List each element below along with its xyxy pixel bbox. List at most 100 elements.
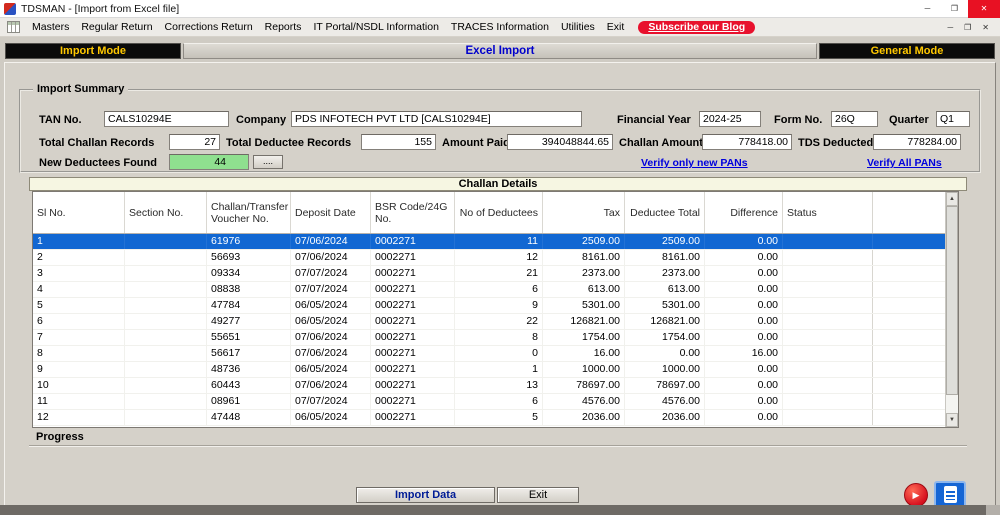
table-cell <box>873 346 945 361</box>
financial-year-field[interactable]: 2024-25 <box>699 111 761 127</box>
mode-tab-row: Import Mode Excel Import General Mode <box>5 43 995 59</box>
table-row[interactable]: 85661707/06/20240002271016.000.0016.00 <box>33 346 945 362</box>
tab-general-mode[interactable]: General Mode <box>819 43 995 59</box>
scroll-down-icon[interactable]: ▼ <box>946 413 958 427</box>
browse-button[interactable]: .... <box>253 155 283 169</box>
table-cell: 11 <box>455 234 543 249</box>
table-cell <box>873 314 945 329</box>
quarter-field[interactable]: Q1 <box>936 111 970 127</box>
menu-masters[interactable]: Masters <box>26 20 75 34</box>
table-cell: 0.00 <box>705 298 783 313</box>
table-cell: 0002271 <box>371 394 455 409</box>
vertical-scrollbar[interactable]: ▲ ▼ <box>945 192 958 427</box>
table-cell: 11 <box>33 394 125 409</box>
table-cell: 613.00 <box>543 282 625 297</box>
menu-utilities[interactable]: Utilities <box>555 20 601 34</box>
table-row[interactable]: 75565107/06/2024000227181754.001754.000.… <box>33 330 945 346</box>
total-deductee-records-field[interactable]: 155 <box>361 134 436 150</box>
table-cell <box>125 410 207 425</box>
column-header[interactable]: Sl No. <box>33 192 125 233</box>
amount-paid-label: Amount Paid <box>442 137 510 149</box>
column-header[interactable]: Deposit Date <box>291 192 371 233</box>
menu-it-portal-nsdl[interactable]: IT Portal/NSDL Information <box>307 20 444 34</box>
column-header[interactable]: No of Deductees <box>455 192 543 233</box>
column-header[interactable]: BSR Code/24G No. <box>371 192 455 233</box>
table-row[interactable]: 106044307/06/202400022711378697.0078697.… <box>33 378 945 394</box>
column-header[interactable]: Deductee Total <box>625 192 705 233</box>
table-cell: 0002271 <box>371 282 455 297</box>
table-row[interactable]: 64927706/05/2024000227122126821.00126821… <box>33 314 945 330</box>
new-deductees-field[interactable]: 44 <box>169 154 249 170</box>
tan-field[interactable]: CALS10294E <box>104 111 229 127</box>
table-cell <box>783 298 873 313</box>
menu-regular-return[interactable]: Regular Return <box>75 20 158 34</box>
menu-corrections-return[interactable]: Corrections Return <box>159 20 259 34</box>
table-cell: 78697.00 <box>625 378 705 393</box>
table-cell: 0002271 <box>371 378 455 393</box>
table-row[interactable]: 25669307/06/20240002271128161.008161.000… <box>33 250 945 266</box>
column-header[interactable]: Difference <box>705 192 783 233</box>
menu-traces-information[interactable]: TRACES Information <box>445 20 555 34</box>
minimize-button[interactable]: ─ <box>914 0 941 18</box>
table-cell: 6 <box>33 314 125 329</box>
window-title: TDSMAN - [Import from Excel file] <box>21 3 179 15</box>
menu-grid-icon[interactable] <box>7 21 20 33</box>
amount-paid-field[interactable]: 394048844.65 <box>507 134 613 150</box>
close-button[interactable]: ✕ <box>968 0 1000 18</box>
mdi-close-button[interactable]: ✕ <box>982 23 989 32</box>
column-header[interactable]: Tax <box>543 192 625 233</box>
table-cell <box>125 362 207 377</box>
menu-reports[interactable]: Reports <box>259 20 308 34</box>
mdi-restore-button[interactable]: ❐ <box>964 23 971 32</box>
table-row[interactable]: 40883807/07/202400022716613.00613.000.00 <box>33 282 945 298</box>
table-cell: 7 <box>33 330 125 345</box>
table-row[interactable]: 16197607/06/20240002271112509.002509.000… <box>33 234 945 250</box>
company-field[interactable]: PDS INFOTECH PVT LTD [CALS10294E] <box>291 111 582 127</box>
table-cell <box>125 346 207 361</box>
form-no-field[interactable]: 26Q <box>831 111 878 127</box>
scrollbar-thumb[interactable] <box>946 206 958 395</box>
subscribe-blog-button[interactable]: Subscribe our Blog <box>638 21 755 34</box>
table-cell: 0.00 <box>705 378 783 393</box>
mdi-minimize-button[interactable]: ─ <box>947 23 953 32</box>
table-cell: 5 <box>33 298 125 313</box>
column-header[interactable]: Challan/Transfer Voucher No. <box>207 192 291 233</box>
column-header[interactable]: Status <box>783 192 873 233</box>
exit-button[interactable]: Exit <box>497 487 579 503</box>
challan-amount-field[interactable]: 778418.00 <box>702 134 792 150</box>
play-button[interactable]: ▶ <box>904 483 928 507</box>
table-cell <box>873 250 945 265</box>
table-cell: 21 <box>455 266 543 281</box>
verify-new-pans-link[interactable]: Verify only new PANs <box>641 157 748 169</box>
table-row[interactable]: 94873606/05/2024000227111000.001000.000.… <box>33 362 945 378</box>
tds-deducted-label: TDS Deducted <box>798 137 873 149</box>
tab-import-mode[interactable]: Import Mode <box>5 43 181 59</box>
table-row[interactable]: 54778406/05/2024000227195301.005301.000.… <box>33 298 945 314</box>
table-cell <box>783 394 873 409</box>
table-row[interactable]: 110896107/07/2024000227164576.004576.000… <box>33 394 945 410</box>
table-cell: 08961 <box>207 394 291 409</box>
resize-grip <box>986 505 1000 515</box>
table-cell: 1000.00 <box>543 362 625 377</box>
document-button[interactable] <box>934 481 966 508</box>
verify-all-pans-link[interactable]: Verify All PANs <box>867 157 942 169</box>
table-cell: 3 <box>33 266 125 281</box>
table-cell: 0002271 <box>371 298 455 313</box>
table-cell: 4576.00 <box>625 394 705 409</box>
table-cell <box>783 266 873 281</box>
tds-deducted-field[interactable]: 778284.00 <box>873 134 961 150</box>
table-cell: 07/07/2024 <box>291 266 371 281</box>
column-header[interactable]: Section No. <box>125 192 207 233</box>
table-cell <box>125 250 207 265</box>
table-cell: 0.00 <box>705 330 783 345</box>
total-challan-records-field[interactable]: 27 <box>169 134 220 150</box>
import-data-button[interactable]: Import Data <box>356 487 495 503</box>
menu-exit[interactable]: Exit <box>601 20 631 34</box>
table-cell: 78697.00 <box>543 378 625 393</box>
table-cell: 56617 <box>207 346 291 361</box>
scroll-up-icon[interactable]: ▲ <box>946 192 958 206</box>
maximize-button[interactable]: ❐ <box>941 0 968 18</box>
table-cell: 6 <box>455 394 543 409</box>
table-row[interactable]: 30933407/07/20240002271212373.002373.000… <box>33 266 945 282</box>
table-row[interactable]: 124744806/05/2024000227152036.002036.000… <box>33 410 945 426</box>
